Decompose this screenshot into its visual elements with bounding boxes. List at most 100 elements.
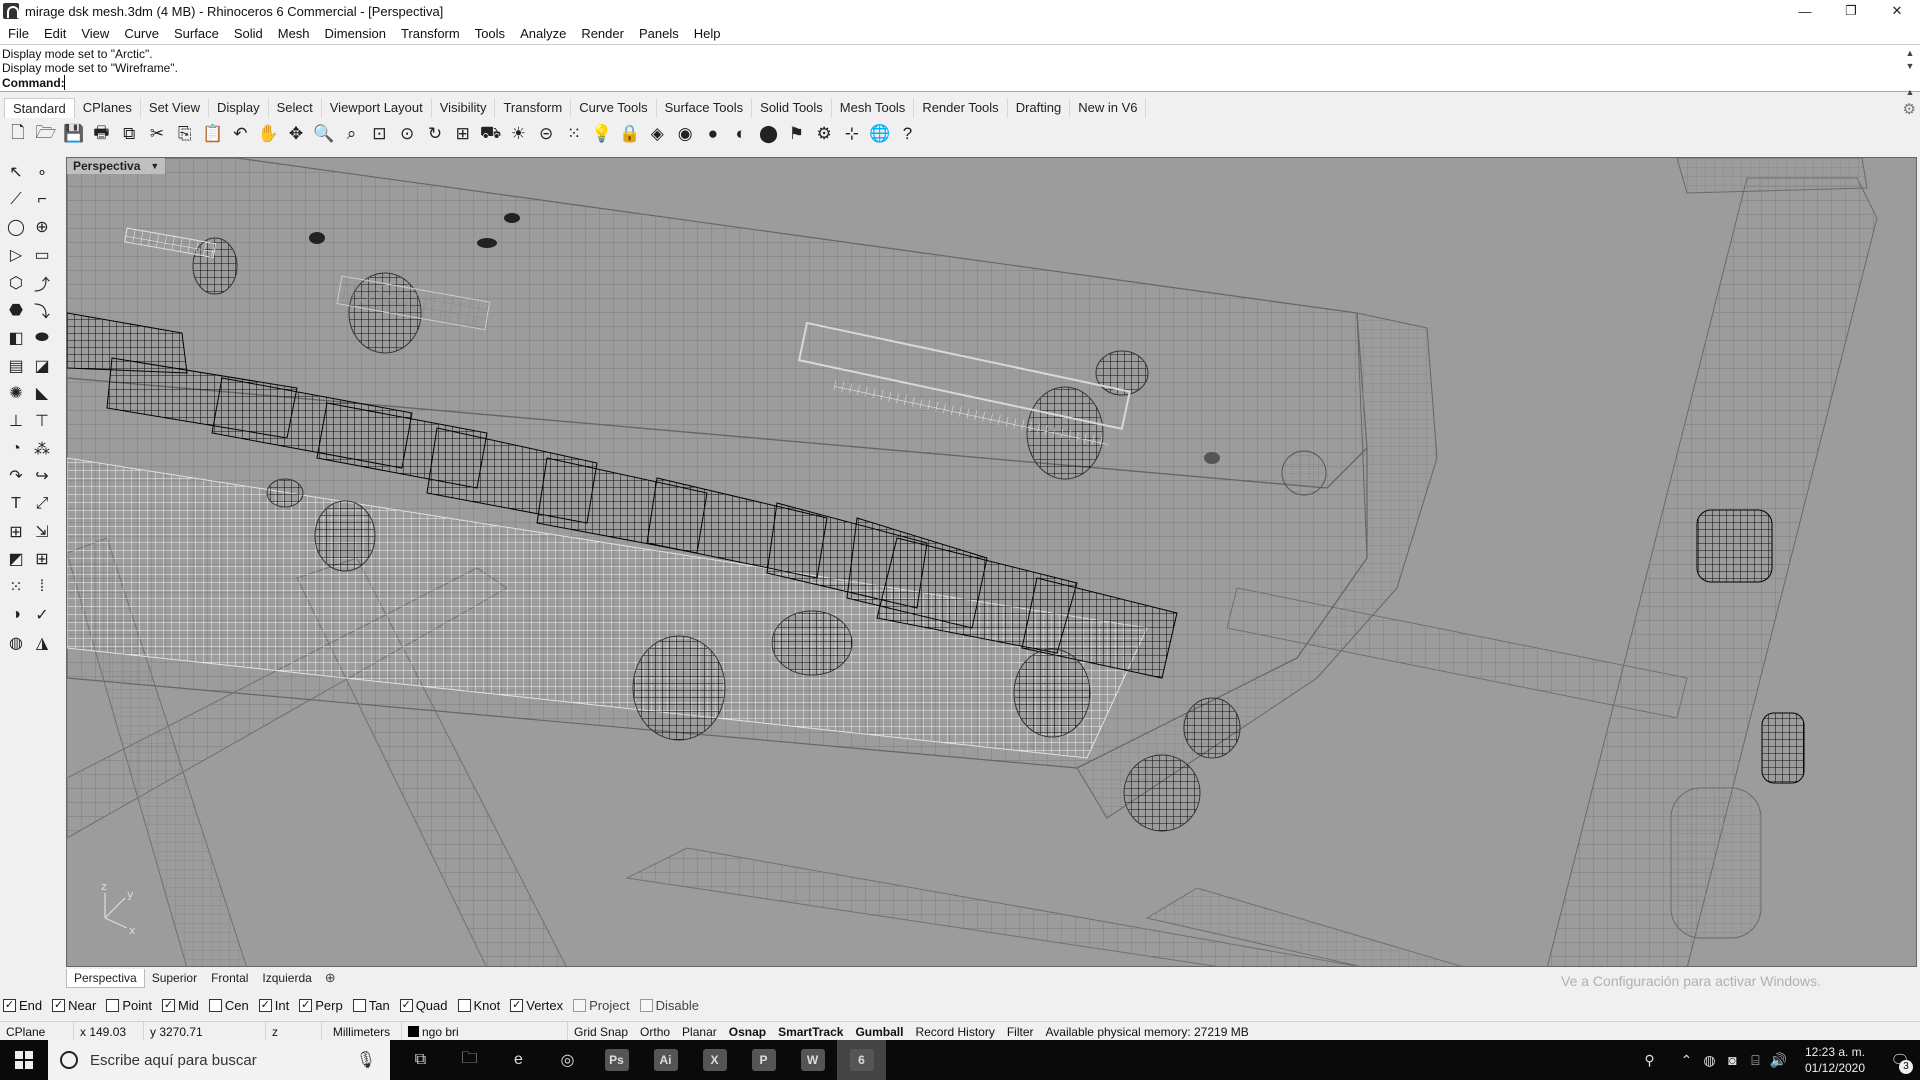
osnap-mid[interactable]: ✓ Mid [161,998,199,1013]
osnap-near[interactable]: ✓ Near [52,998,96,1013]
menu-help[interactable]: Help [694,26,721,41]
osnap-knot[interactable]: Knot [457,998,500,1013]
left-tool-icon[interactable]: ⤵ [29,298,55,322]
left-tool-icon[interactable]: ◍ [3,631,29,655]
cut-icon[interactable]: ✂ [145,122,169,146]
osnap-checkbox[interactable] [573,998,587,1012]
left-tool-icon[interactable]: ◔ [3,437,29,461]
menu-mesh[interactable]: Mesh [278,26,310,41]
globe-icon[interactable]: 🌐 [868,122,892,146]
undo-icon[interactable]: ↶ [228,122,252,146]
left-tool-icon[interactable]: ✺ [3,381,29,405]
minimize-button[interactable]: — [1782,0,1828,22]
tab-viewport-layout[interactable]: Viewport Layout [322,98,432,118]
help-icon[interactable]: ? [896,122,920,146]
move-view-icon[interactable]: ✥ [284,122,308,146]
osnap-checkbox[interactable]: ✓ [258,998,272,1012]
task-view-icon[interactable]: ⧉ [396,1040,445,1080]
tab-solid-tools[interactable]: Solid Tools [752,98,832,118]
taskbar-search[interactable]: Escribe aquí para buscar 🎙 [48,1040,390,1080]
save-icon[interactable]: 💾 [62,122,86,146]
menu-solid[interactable]: Solid [234,26,263,41]
toggle-gumball[interactable]: Gumball [849,1025,909,1039]
bulb-icon[interactable]: 💡 [590,122,614,146]
photoshop-icon[interactable]: Ps [592,1040,641,1080]
shaded-sphere-icon[interactable]: ● [701,122,725,146]
restore-button[interactable]: ❐ [1828,0,1874,22]
left-tool-icon[interactable]: ▤ [3,354,29,378]
osnap-end[interactable]: ✓ End [3,998,42,1013]
left-tool-icon[interactable]: ◧ [3,326,29,350]
left-tool-icon[interactable]: ⟋ [3,188,29,212]
menu-view[interactable]: View [81,26,109,41]
zoom-window-icon[interactable]: ⌕ [340,122,364,146]
tab-drafting[interactable]: Drafting [1008,98,1071,118]
tab-mesh-tools[interactable]: Mesh Tools [832,98,915,118]
zoom-icon[interactable]: 🔍 [312,122,336,146]
osnap-point[interactable]: Point [106,998,152,1013]
show-hidden-icons-chevron-icon[interactable]: ⌃ [1675,1052,1698,1069]
osnap-checkbox[interactable] [208,998,222,1012]
toggle-ortho[interactable]: Ortho [634,1025,676,1039]
toggle-smarttrack[interactable]: SmartTrack [772,1025,849,1039]
cplane-icon[interactable]: ⊝ [534,122,558,146]
open-icon[interactable]: 🗁 [34,122,58,146]
status-layer[interactable]: ngo bri [402,1021,568,1042]
left-tool-icon[interactable]: ⬬ [29,326,55,350]
left-tool-icon[interactable]: ⊞ [29,547,55,571]
tab-izquierda[interactable]: Izquierda [255,969,318,988]
perspective-viewport[interactable]: z y x Perspectiva ▼ [66,157,1917,967]
osnap-checkbox[interactable] [352,998,366,1012]
zoom-extents-icon[interactable]: ⊡ [367,122,391,146]
rhino-icon[interactable]: 6 [837,1040,886,1080]
osnap-checkbox[interactable]: ✓ [299,998,313,1012]
excel-icon[interactable]: X [690,1040,739,1080]
copy-icon[interactable]: ⎘ [173,122,197,146]
left-tool-icon[interactable]: ◯ [3,215,29,239]
render-sphere-icon[interactable]: ◉ [673,122,697,146]
menu-dimension[interactable]: Dimension [325,26,386,41]
osnap-quad[interactable]: ✓ Quad [399,998,448,1013]
menu-file[interactable]: File [8,26,29,41]
osnap-vertex[interactable]: ✓ Vertex [510,998,563,1013]
left-tool-icon[interactable]: ∘ [29,160,55,184]
command-input[interactable] [64,75,1896,90]
left-tool-icon[interactable]: ⁂ [29,437,55,461]
left-tool-icon[interactable]: ▷ [3,243,29,267]
osnap-checkbox[interactable] [457,998,471,1012]
viewport-title[interactable]: Perspectiva ▼ [67,158,166,174]
left-tool-icon[interactable]: ⁞ [29,575,55,599]
tab-select[interactable]: Select [269,98,322,118]
tab-new-in-v6[interactable]: New in V6 [1070,98,1147,118]
tab-standard[interactable]: Standard [4,98,75,118]
microphone-icon[interactable]: 🎙 [356,1050,376,1070]
osnap-tan[interactable]: Tan [352,998,390,1013]
illustrator-icon[interactable]: Ai [641,1040,690,1080]
left-tool-icon[interactable]: T [3,492,29,516]
clock[interactable]: 12:23 a. m. 01/12/2020 [1796,1044,1874,1076]
left-tool-icon[interactable]: ▭ [29,243,55,267]
volume-icon[interactable]: 🔊 [1767,1052,1790,1069]
viewport-dropdown-icon[interactable]: ▼ [150,161,159,171]
ghosted-sphere-icon[interactable]: ◐ [729,122,753,146]
close-button[interactable]: ✕ [1874,0,1920,22]
four-viewports-icon[interactable]: ⊞ [451,122,475,146]
toggle-record-history[interactable]: Record History [909,1025,1000,1039]
left-tool-icon[interactable]: ◣ [29,381,55,405]
osnap-int[interactable]: ✓ Int [258,998,289,1013]
print-icon[interactable]: 🖶 [89,122,113,146]
left-tool-icon[interactable]: ⊞ [3,520,29,544]
file-explorer-icon[interactable]: 🗀 [445,1040,494,1080]
osnap-checkbox[interactable]: ✓ [3,998,16,1012]
left-tool-icon[interactable]: ⊕ [29,215,55,239]
tab-perspectiva[interactable]: Perspectiva [66,968,145,988]
points-icon[interactable]: ⁙ [562,122,586,146]
osnap-checkbox[interactable] [639,998,653,1012]
osnap-checkbox[interactable]: ✓ [399,998,413,1012]
edge-icon[interactable]: e [494,1040,543,1080]
left-tool-icon[interactable]: ⤢ [29,492,55,516]
osnap-checkbox[interactable]: ✓ [510,998,524,1012]
toggle-grid-snap[interactable]: Grid Snap [568,1025,634,1039]
left-tool-icon[interactable]: ↖ [3,160,29,184]
left-tool-icon[interactable]: ⤴ [29,271,55,295]
